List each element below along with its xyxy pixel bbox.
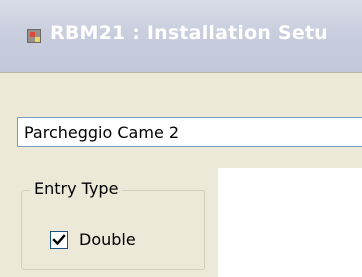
double-checkbox[interactable] <box>50 231 68 249</box>
installation-setup-window: RBM21 : Installation Setu Entry Type Dou… <box>0 0 362 277</box>
double-checkbox-label[interactable]: Double <box>79 229 136 251</box>
window-title: RBM21 : Installation Setu <box>50 22 328 44</box>
entry-type-legend: Entry Type <box>30 178 123 200</box>
app-icon[interactable] <box>27 29 41 43</box>
content-panel <box>218 168 362 277</box>
divider <box>0 72 362 73</box>
installation-name-field[interactable] <box>17 117 362 147</box>
checkmark-icon <box>52 234 66 246</box>
title-bar[interactable]: RBM21 : Installation Setu <box>0 0 362 72</box>
